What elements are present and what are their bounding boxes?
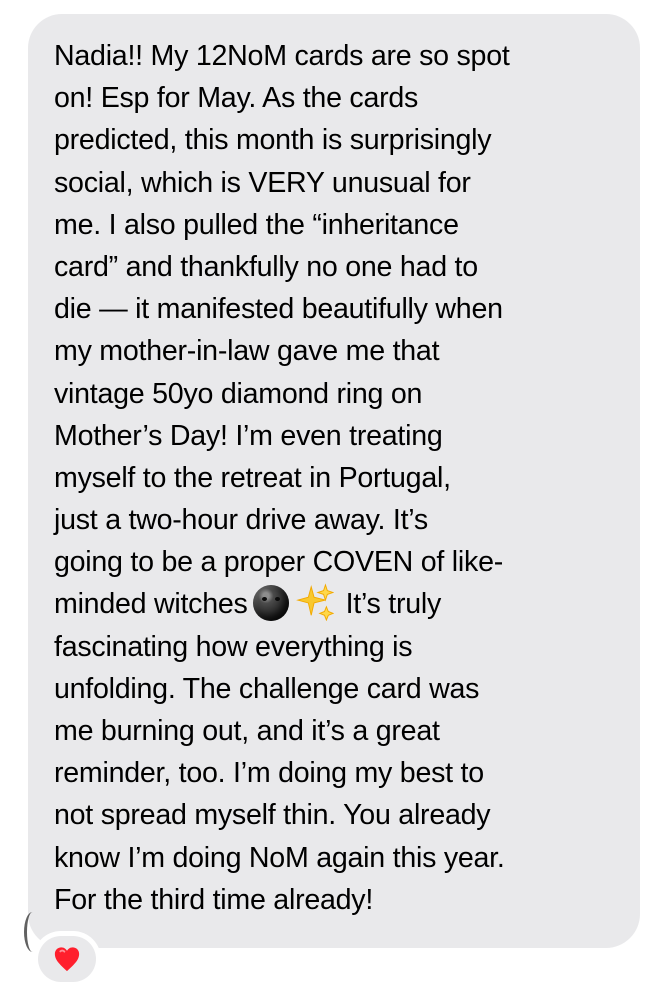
message-line: unfolding. The challenge card was [54,672,480,705]
message-text: Nadia!! My 12NoM cards are so spot on! E… [54,35,626,921]
message-emoji-line: minded witches It’s truly [54,583,626,625]
message-line: my mother-in-law gave me that [54,335,440,368]
message-line: card” and thankfully no one had to [54,250,478,283]
message-line: on! Esp for May. As the cards [54,82,419,115]
new-moon-face-icon [252,585,289,622]
message-line: For the third time already! [54,883,374,916]
message-line: me burning out, and it’s a great [54,715,440,747]
heart-reaction-badge[interactable] [38,936,96,982]
red-heart-icon [54,947,80,972]
message-line: myself to the retreat in Portugal, [54,461,451,494]
message-line-part: It’s truly [345,588,442,621]
message-line: die — it manifested beautifully when [54,293,503,326]
message-line: going to be a proper COVEN of like- [54,546,503,579]
message-line: vintage 50yo diamond ring on [54,377,423,410]
message-line: me. I also pulled the “inheritance [54,208,459,241]
message-line: reminder, too. I’m doing my best to [54,757,484,790]
message-line: just a two-hour drive away. It’s [54,504,428,537]
sparkles-icon [295,583,334,622]
message-line: not spread myself thin. You already [54,799,491,832]
message-line: Mother’s Day! I’m even treating [54,419,443,452]
message-thread-view: Nadia!! My 12NoM cards are so spot on! E… [0,0,668,992]
message-line-part: minded witches [54,588,248,621]
message-line: fascinating how everything is [54,630,413,663]
message-line: Nadia!! My 12NoM cards are so spot [54,40,510,72]
bubble-tail-edge [24,912,41,952]
message-line: know I’m doing NoM again this year. [54,841,505,874]
message-line: predicted, this month is surprisingly [54,124,492,157]
message-line: social, which is VERY unusual for [54,166,471,199]
